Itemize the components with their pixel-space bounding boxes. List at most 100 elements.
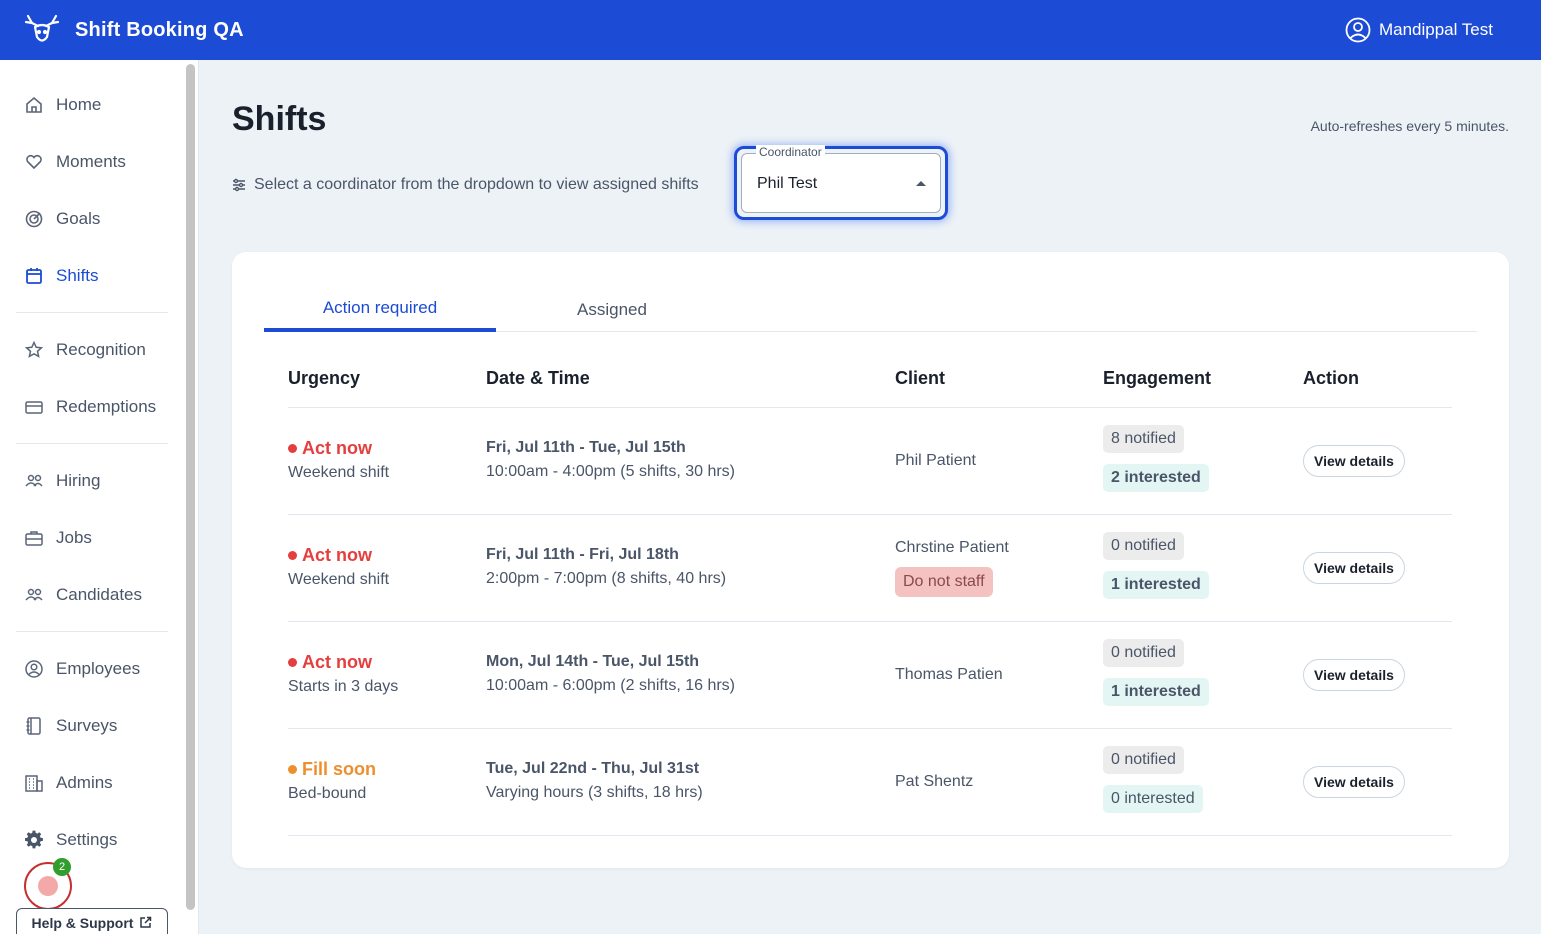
coordinator-select[interactable]: Coordinator Phil Test	[741, 145, 941, 213]
shifts-table: Urgency Date & Time Client Engagement Ac…	[288, 352, 1452, 836]
urgency-reason: Weekend shift	[288, 464, 390, 481]
external-link-icon	[139, 916, 152, 929]
date-time-cell: Tue, Jul 22nd - Thu, Jul 31st Varying ho…	[486, 760, 703, 802]
coordinator-select-label: Coordinator	[756, 145, 825, 159]
tab-action-required[interactable]: Action required	[264, 288, 496, 332]
urgency-cell: Act now Weekend shift	[288, 438, 389, 482]
urgency-dot-icon	[288, 551, 297, 560]
sidebar-item-goals[interactable]: Goals	[16, 190, 168, 247]
shifts-card: Action required Assigned Urgency Date & …	[232, 252, 1509, 868]
sidebar-item-label: Jobs	[56, 527, 92, 547]
date-time-cell: Fri, Jul 11th - Tue, Jul 15th 10:00am - …	[486, 439, 735, 481]
column-header-client: Client	[895, 368, 946, 388]
notification-count-badge: 2	[53, 858, 71, 876]
heart-icon	[24, 152, 44, 172]
sidebar-item-label: Moments	[56, 151, 126, 171]
engagement-cell: 0 notified 0 interested	[1103, 746, 1203, 813]
notified-count-badge: 8 notified	[1103, 425, 1184, 453]
client-name: Thomas Patien	[895, 666, 1003, 683]
client-name: Chrstine Patient	[895, 539, 1009, 556]
client-cell: Chrstine Patient Do not staff	[895, 539, 1009, 597]
tab-assigned[interactable]: Assigned	[496, 288, 728, 332]
notified-count-badge: 0 notified	[1103, 746, 1184, 774]
sidebar-item-label: Shifts	[56, 265, 99, 285]
user-circle-icon	[24, 659, 44, 679]
help-support-button[interactable]: Help & Support	[16, 908, 168, 934]
sidebar-item-candidates[interactable]: Candidates	[16, 566, 168, 623]
engagement-cell: 8 notified 2 interested	[1103, 425, 1209, 492]
notified-count-badge: 0 notified	[1103, 639, 1184, 667]
sidebar-item-recognition[interactable]: Recognition	[16, 321, 168, 378]
column-header-date-time: Date & Time	[486, 368, 590, 388]
calendar-icon	[24, 266, 44, 286]
table-row: Act now Weekend shift Fri, Jul 11th - Fr…	[288, 515, 1452, 622]
urgency-cell: Fill soon Bed-bound	[288, 759, 376, 803]
sliders-icon	[232, 178, 246, 192]
view-details-button[interactable]: View details	[1303, 552, 1405, 584]
sidebar-item-surveys[interactable]: Surveys	[16, 697, 168, 754]
coordinator-hint: Select a coordinator from the dropdown t…	[232, 176, 699, 194]
sidebar-item-admins[interactable]: Admins	[16, 754, 168, 811]
urgency-text: Act now	[302, 438, 372, 458]
building-icon	[24, 773, 44, 793]
engagement-cell: 0 notified 1 interested	[1103, 532, 1209, 599]
client-cell: Phil Patient	[895, 452, 976, 470]
sidebar-item-shifts[interactable]: Shifts	[16, 247, 168, 304]
urgency-label: Act now	[288, 438, 389, 459]
action-cell: View details	[1303, 552, 1405, 584]
sidebar-divider	[16, 312, 168, 313]
view-details-button[interactable]: View details	[1303, 766, 1405, 798]
notebook-icon	[24, 716, 44, 736]
sidebar-item-label: Redemptions	[56, 396, 157, 416]
gear-icon	[24, 830, 44, 850]
engagement-cell: 0 notified 1 interested	[1103, 639, 1209, 706]
star-icon	[24, 340, 44, 360]
notified-count-badge: 0 notified	[1103, 532, 1184, 560]
table-header: Urgency Date & Time Client Engagement Ac…	[288, 352, 1452, 408]
coordinator-select-focus-ring: Coordinator Phil Test	[734, 145, 948, 220]
do-not-staff-badge: Do not staff	[895, 567, 993, 597]
urgency-reason: Starts in 3 days	[288, 678, 399, 695]
sidebar-item-label: Recognition	[56, 339, 146, 359]
column-header-urgency: Urgency	[288, 368, 361, 388]
client-name: Pat Shentz	[895, 773, 974, 790]
view-details-button[interactable]: View details	[1303, 659, 1405, 691]
user-menu[interactable]: Mandippal Test	[1345, 0, 1493, 60]
client-cell: Thomas Patien	[895, 666, 1003, 684]
date-time-cell: Mon, Jul 14th - Tue, Jul 15th 10:00am - …	[486, 653, 735, 695]
home-icon	[24, 95, 44, 115]
user-circle-icon	[1345, 17, 1371, 43]
client-name: Phil Patient	[895, 452, 976, 469]
sidebar-scrollbar[interactable]	[186, 64, 195, 910]
date-range: Fri, Jul 11th - Tue, Jul 15th	[486, 439, 686, 456]
top-bar: Shift Booking QA Mandippal Test	[0, 0, 1541, 60]
sidebar-item-settings[interactable]: Settings	[16, 811, 168, 868]
sidebar-item-label: Employees	[56, 658, 141, 678]
sidebar-item-jobs[interactable]: Jobs	[16, 509, 168, 566]
urgency-text: Act now	[302, 652, 372, 672]
sidebar-item-employees[interactable]: Employees	[16, 640, 168, 697]
table-row: Act now Weekend shift Fri, Jul 11th - Tu…	[288, 408, 1452, 515]
urgency-dot-icon	[288, 658, 297, 667]
sidebar-item-redemptions[interactable]: Redemptions	[16, 378, 168, 435]
sidebar-item-moments[interactable]: Moments	[16, 133, 168, 190]
urgency-label: Act now	[288, 652, 398, 673]
people-icon	[24, 585, 44, 605]
coordinator-hint-text: Select a coordinator from the dropdown t…	[254, 176, 699, 193]
page-title: Shifts	[232, 100, 327, 138]
urgency-text: Fill soon	[302, 759, 376, 779]
date-range: Fri, Jul 11th - Fri, Jul 18th	[486, 546, 679, 563]
urgency-label: Act now	[288, 545, 389, 566]
date-range: Mon, Jul 14th - Tue, Jul 15th	[486, 653, 700, 670]
view-details-button[interactable]: View details	[1303, 445, 1405, 477]
urgency-cell: Act now Starts in 3 days	[288, 652, 398, 696]
brand[interactable]: Shift Booking QA	[24, 12, 244, 48]
shift-hours: 2:00pm - 7:00pm (8 shifts, 40 hrs)	[486, 570, 727, 587]
sidebar-item-hiring[interactable]: Hiring	[16, 452, 168, 509]
sidebar-item-label: Admins	[56, 772, 113, 792]
urgency-reason: Weekend shift	[288, 571, 390, 588]
urgency-dot-icon	[288, 765, 297, 774]
shift-hours: 10:00am - 4:00pm (5 shifts, 30 hrs)	[486, 463, 735, 480]
sidebar: Home Moments Goals Shifts Recognition Re…	[0, 60, 199, 934]
sidebar-item-home[interactable]: Home	[16, 76, 168, 133]
